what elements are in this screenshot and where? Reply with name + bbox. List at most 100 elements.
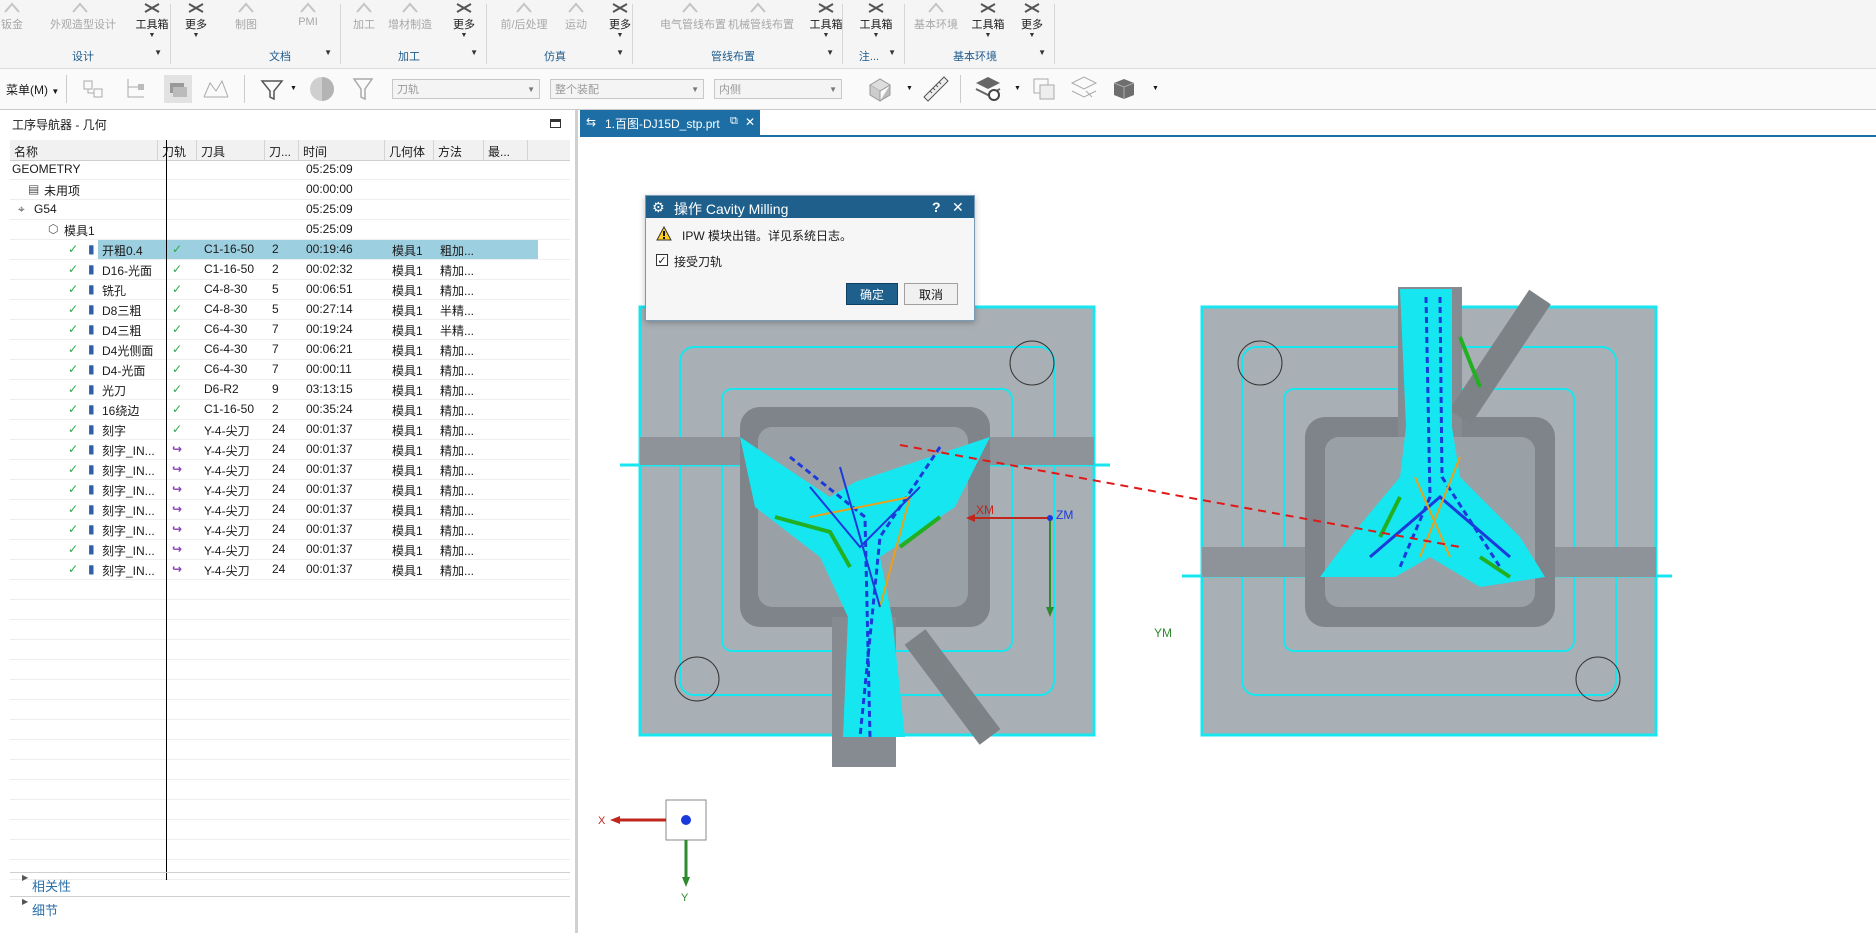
column-header-last[interactable]: 最... — [488, 143, 510, 160]
ribbon-item[interactable]: 外观造型设计 — [50, 0, 116, 36]
geometry-node[interactable]: ▤ 未用项 00:00:00 — [10, 180, 570, 200]
operation-row[interactable]: ✓ ▮ 刻字_IN... ↪ Y-4-尖刀 24 00:01:37 模具1 精加... — [10, 500, 570, 520]
dialog-message: IPW 模块出错。详见系统日志。 — [682, 229, 852, 243]
ribbon-item[interactable]: 电气管线布置 — [660, 0, 726, 36]
ribbon-item[interactable]: 工具箱 ▼ — [846, 0, 906, 39]
column-header-geometry[interactable]: 几何体 — [389, 143, 425, 160]
operation-row[interactable]: ✓ ▮ 刻字_IN... ↪ Y-4-尖刀 24 00:01:37 模具1 精加... — [10, 540, 570, 560]
column-separator[interactable] — [433, 140, 434, 160]
column-separator[interactable] — [196, 140, 197, 160]
ribbon-item[interactable]: 增材制造 — [380, 0, 440, 36]
empty-row — [10, 580, 570, 600]
document-tab[interactable]: ⇆ 1.百图-DJ15D_stp.prt ⧉ ✕ — [580, 110, 760, 135]
section-details[interactable]: ▶ 细节 — [10, 896, 570, 919]
ribbon-item[interactable]: 制图 — [216, 0, 276, 36]
operation-row[interactable]: ✓ ▮ 光刀 ✓ D6-R2 9 03:13:15 模具1 精加... — [10, 380, 570, 400]
view-triad[interactable]: X Y — [598, 799, 707, 904]
column-header-tool[interactable]: 刀具 — [201, 143, 225, 160]
row-num: 24 — [272, 422, 286, 436]
column-header-method[interactable]: 方法 — [438, 143, 462, 160]
section-dependencies[interactable]: ▶ 相关性 — [10, 872, 570, 895]
operation-row[interactable]: ✓ ▮ D4光侧面 ✓ C6-4-30 7 00:06:21 模具1 精加... — [10, 340, 570, 360]
measure-ruler-icon[interactable] — [922, 75, 950, 103]
copy-layers-icon[interactable] — [1030, 75, 1058, 103]
chevron-down-icon[interactable]: ▼ — [470, 48, 478, 57]
funnel-filter-icon[interactable] — [350, 75, 378, 103]
row-tool: Y-4-尖刀 — [204, 464, 250, 478]
column-header-tool-number[interactable]: 刀... — [269, 143, 291, 160]
toolpath-combo[interactable]: 刀轨 ▼ — [392, 79, 540, 99]
operation-row[interactable]: ✓ ▮ 铣孔 ✓ C4-8-30 5 00:06:51 模具1 精加... — [10, 280, 570, 300]
ribbon-item-icon — [1024, 3, 1040, 13]
chevron-down-icon[interactable]: ▼ — [906, 85, 913, 92]
ribbon-item[interactable]: 基本环境 — [906, 0, 966, 36]
chevron-down-icon[interactable]: ▼ — [290, 85, 297, 92]
operation-row[interactable]: ✓ ▮ 刻字_IN... ↪ Y-4-尖刀 24 00:01:37 模具1 精加... — [10, 560, 570, 580]
chevron-down-icon[interactable]: ▼ — [616, 48, 624, 57]
operation-row[interactable]: ✓ ▮ 开粗0.4 ✓ C1-16-50 2 00:19:46 模具1 粗加... — [10, 240, 570, 260]
column-separator[interactable] — [157, 140, 158, 160]
ribbon-item[interactable]: 更多 ▼ — [434, 0, 494, 39]
column-header-time[interactable]: 时间 — [303, 143, 327, 160]
box-select-icon[interactable] — [866, 75, 894, 103]
assembly-tree-icon[interactable] — [122, 75, 150, 103]
chevron-down-icon[interactable]: ▼ — [1152, 85, 1159, 92]
operation-row[interactable]: ✓ ▮ D4三粗 ✓ C6-4-30 7 00:19:24 模具1 半精... — [10, 320, 570, 340]
chevron-down-icon[interactable]: ▼ — [888, 48, 896, 57]
ribbon-item[interactable]: 前/后处理 — [494, 0, 554, 36]
move-layers-icon[interactable] — [1070, 75, 1098, 103]
operation-row[interactable]: ✓ ▮ 16绕边 ✓ C1-16-50 2 00:35:24 模具1 精加... — [10, 400, 570, 420]
geometry-node[interactable]: ⌖ G54 05:25:09 — [10, 200, 570, 220]
refresh-icon: ⇆ — [586, 115, 597, 129]
ok-button[interactable]: 确定 — [846, 283, 898, 305]
column-separator[interactable] — [527, 140, 528, 160]
operation-row[interactable]: ✓ ▮ 刻字_IN... ↪ Y-4-尖刀 24 00:01:37 模具1 精加... — [10, 460, 570, 480]
column-separator[interactable] — [483, 140, 484, 160]
ribbon-item[interactable]: PMI — [278, 0, 338, 36]
maximize-icon[interactable] — [550, 119, 561, 128]
feature-group-icon[interactable] — [80, 75, 108, 103]
close-icon[interactable]: ✕ — [952, 199, 964, 216]
ribbon-item[interactable]: 机械管线布置 — [728, 0, 794, 36]
geometry-node[interactable]: GEOMETRY 05:25:09 — [10, 160, 570, 180]
inside-combo[interactable]: 内侧 ▼ — [714, 79, 842, 99]
operation-row[interactable]: ✓ ▮ D8三粗 ✓ C4-8-30 5 00:27:14 模具1 半精... — [10, 300, 570, 320]
ribbon-item[interactable]: 更多 ▼ — [1002, 0, 1062, 39]
row-num: 7 — [272, 342, 279, 356]
assembly-scope-combo[interactable]: 整个装配 ▼ — [550, 79, 704, 99]
operation-row[interactable]: ✓ ▮ 刻字_IN... ↪ Y-4-尖刀 24 00:01:37 模具1 精加... — [10, 440, 570, 460]
column-header-name[interactable]: 名称 — [14, 143, 38, 160]
chevron-down-icon[interactable]: ▼ — [324, 48, 332, 57]
chevron-down-icon[interactable]: ▼ — [826, 48, 834, 57]
operation-row[interactable]: ✓ ▮ 刻字_IN... ↪ Y-4-尖刀 24 00:01:37 模具1 精加... — [10, 480, 570, 500]
cancel-button[interactable]: 取消 — [904, 283, 958, 305]
ribbon-item[interactable]: 钣金 — [0, 0, 42, 36]
operation-row[interactable]: ✓ ▮ 刻字_IN... ↪ Y-4-尖刀 24 00:01:37 模具1 精加... — [10, 520, 570, 540]
frame-view-icon[interactable] — [202, 75, 230, 103]
ribbon-item[interactable]: 更多 ▼ — [590, 0, 650, 39]
shade-sphere-icon[interactable] — [308, 75, 336, 103]
grid-header: 名称 刀轨 刀具 刀... 时间 几何体 方法 最... — [10, 140, 570, 161]
operation-row[interactable]: ✓ ▮ 刻字 ✓ Y-4-尖刀 24 00:01:37 模具1 精加... — [10, 420, 570, 440]
assembly-scope-value: 整个装配 — [555, 84, 599, 96]
menu-button[interactable]: 菜单(M) ▼ — [6, 81, 59, 98]
layer-settings-icon[interactable] — [974, 75, 1002, 103]
close-icon[interactable]: ✕ — [745, 115, 755, 129]
chevron-down-icon[interactable]: ▼ — [1014, 85, 1021, 92]
chevron-down-icon[interactable]: ▼ — [1038, 48, 1046, 57]
operation-row[interactable]: ✓ ▮ D4-光面 ✓ C6-4-30 7 00:00:11 模具1 精加... — [10, 360, 570, 380]
layer-stack-icon[interactable] — [164, 75, 192, 103]
solid-body-icon[interactable] — [1110, 75, 1138, 103]
filter-icon[interactable] — [258, 75, 286, 103]
column-separator[interactable] — [298, 140, 299, 160]
row-geom: 模具1 — [392, 404, 423, 418]
operation-row[interactable]: ✓ ▮ D16-光面 ✓ C1-16-50 2 00:02:32 模具1 精加... — [10, 260, 570, 280]
geometry-node[interactable]: ⬡ 模具1 05:25:09 — [10, 220, 570, 240]
chevron-down-icon[interactable]: ▼ — [154, 48, 162, 57]
detach-icon[interactable]: ⧉ — [730, 115, 738, 128]
accept-toolpath-checkbox[interactable]: ✓ — [656, 254, 668, 267]
column-separator[interactable] — [264, 140, 265, 160]
row-time: 00:01:37 — [306, 422, 353, 436]
column-separator[interactable] — [384, 140, 385, 160]
help-icon[interactable]: ? — [932, 199, 941, 215]
